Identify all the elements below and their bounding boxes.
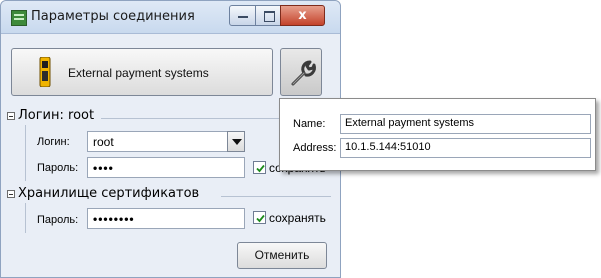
minimize-icon: [238, 16, 248, 18]
connection-info-popup: Name: External payment systems Address: …: [279, 98, 596, 171]
popup-name-field[interactable]: External payment systems: [340, 114, 591, 134]
wrench-icon: [291, 60, 316, 86]
payment-systems-button[interactable]: External payment systems: [11, 48, 273, 96]
save-cert-password-label[interactable]: сохранять: [269, 211, 326, 225]
popup-name-label: Name:: [293, 118, 326, 130]
cert-group-collapse-toggle[interactable]: [7, 190, 15, 198]
popup-address-label: Address:: [293, 142, 337, 154]
maximize-icon: [264, 11, 275, 22]
payment-terminal-icon: [39, 57, 51, 87]
checkmark-icon: [256, 214, 265, 223]
app-icon: [11, 10, 27, 26]
password-label: Пароль:: [37, 162, 79, 174]
login-group-collapse-toggle[interactable]: [7, 112, 15, 120]
login-group-left-border: [25, 125, 26, 181]
save-login-password-checkbox[interactable]: [253, 161, 266, 174]
cert-group-divider: [221, 196, 331, 197]
minimize-button[interactable]: [229, 5, 256, 26]
save-cert-password-checkbox[interactable]: [253, 211, 266, 224]
maximize-button[interactable]: [255, 5, 281, 26]
cert-group-left-border: [25, 203, 26, 233]
connection-settings-button[interactable]: [280, 48, 322, 96]
cert-password-input[interactable]: ••••••••: [87, 208, 245, 229]
title-bar[interactable]: Параметры соединения x: [1, 1, 340, 34]
login-group-title: Логин: root: [18, 108, 99, 123]
chevron-down-icon[interactable]: [227, 131, 245, 152]
window-title: Параметры соединения: [31, 9, 195, 24]
login-label: Логин:: [37, 136, 70, 148]
cancel-button[interactable]: Отменить: [237, 242, 327, 269]
password-input[interactable]: ••••: [87, 157, 245, 178]
login-select[interactable]: root: [87, 131, 228, 152]
payment-systems-label: External payment systems: [68, 66, 209, 80]
cert-group-title: Хранилище сертификатов: [18, 186, 204, 201]
cert-password-label: Пароль:: [37, 214, 79, 226]
close-button[interactable]: x: [280, 5, 325, 26]
popup-address-field[interactable]: 10.1.5.144:51010: [340, 138, 591, 158]
checkmark-icon: [256, 164, 265, 173]
